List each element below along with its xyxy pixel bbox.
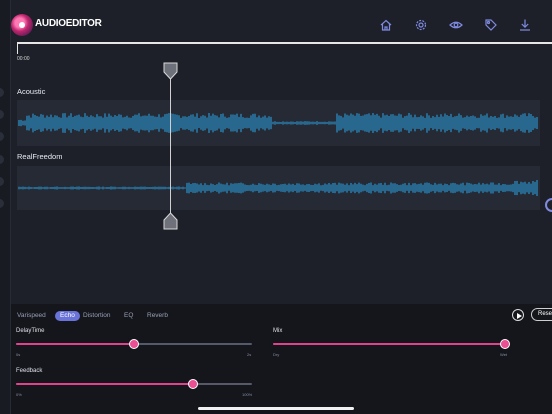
scroll-handle[interactable]	[545, 198, 552, 212]
timeline-ruler[interactable]	[17, 42, 552, 44]
mix-fill	[273, 343, 505, 345]
tab-echo[interactable]: Echo	[55, 311, 80, 321]
timeline-start-time: 00:00	[17, 56, 30, 62]
left-rail	[0, 0, 11, 414]
delay-time-max: 2s	[247, 352, 252, 357]
feedback-thumb[interactable]	[188, 379, 198, 389]
tag-icon[interactable]	[484, 18, 498, 32]
rail-knob	[0, 177, 4, 186]
mix-label: Mix	[273, 328, 283, 334]
gear-icon[interactable]	[414, 18, 428, 32]
eye-icon[interactable]	[449, 18, 463, 32]
rail-knob	[0, 110, 4, 119]
app-logo	[11, 14, 33, 36]
mix-thumb[interactable]	[500, 339, 510, 349]
app-header: AUDIOEDITOR	[11, 0, 552, 44]
home-icon[interactable]	[379, 18, 393, 32]
track-label-realfreedom: RealFreedom	[17, 152, 63, 161]
feedback-fill	[16, 383, 193, 385]
mix-max: Wet	[500, 352, 508, 357]
waveform-acoustic[interactable]	[17, 100, 540, 146]
playhead-top-handle[interactable]	[163, 62, 178, 80]
mix-min: Dry	[273, 352, 280, 357]
mix-slider[interactable]	[273, 339, 510, 349]
reset-button[interactable]: Reset	[531, 308, 552, 321]
delay-time-slider[interactable]	[16, 339, 252, 349]
rail-knob	[0, 155, 4, 164]
tab-distortion[interactable]: Distortion	[83, 311, 110, 321]
waveform-acoustic-graphic	[18, 113, 538, 133]
brand-name: AUDIOEDITOR	[35, 18, 102, 29]
waveform-realfreedom-graphic	[18, 180, 538, 196]
tab-eq[interactable]: EQ	[124, 311, 133, 321]
rail-knob	[0, 132, 4, 141]
delay-time-thumb[interactable]	[129, 339, 139, 349]
play-button[interactable]	[512, 309, 524, 321]
delay-time-fill	[16, 343, 134, 345]
rail-knob	[0, 88, 4, 97]
playhead-line	[170, 78, 171, 215]
feedback-min: 0%	[16, 392, 22, 397]
download-icon[interactable]	[518, 18, 532, 32]
delay-time-label: DelayTime	[16, 328, 45, 334]
feedback-label: Feedback	[16, 368, 43, 374]
feedback-max: 100%	[242, 392, 253, 397]
timeline-tick	[17, 42, 18, 54]
delay-time-min: 0s	[16, 352, 21, 357]
playhead-bottom-handle[interactable]	[163, 212, 178, 230]
track-label-acoustic: Acoustic	[17, 87, 46, 96]
tab-reverb[interactable]: Reverb	[147, 311, 168, 321]
feedback-slider[interactable]	[16, 379, 252, 389]
rail-knob	[0, 199, 4, 208]
waveform-realfreedom[interactable]	[17, 166, 540, 210]
home-indicator[interactable]	[198, 407, 354, 410]
tab-varispeed[interactable]: Varispeed	[17, 311, 46, 321]
